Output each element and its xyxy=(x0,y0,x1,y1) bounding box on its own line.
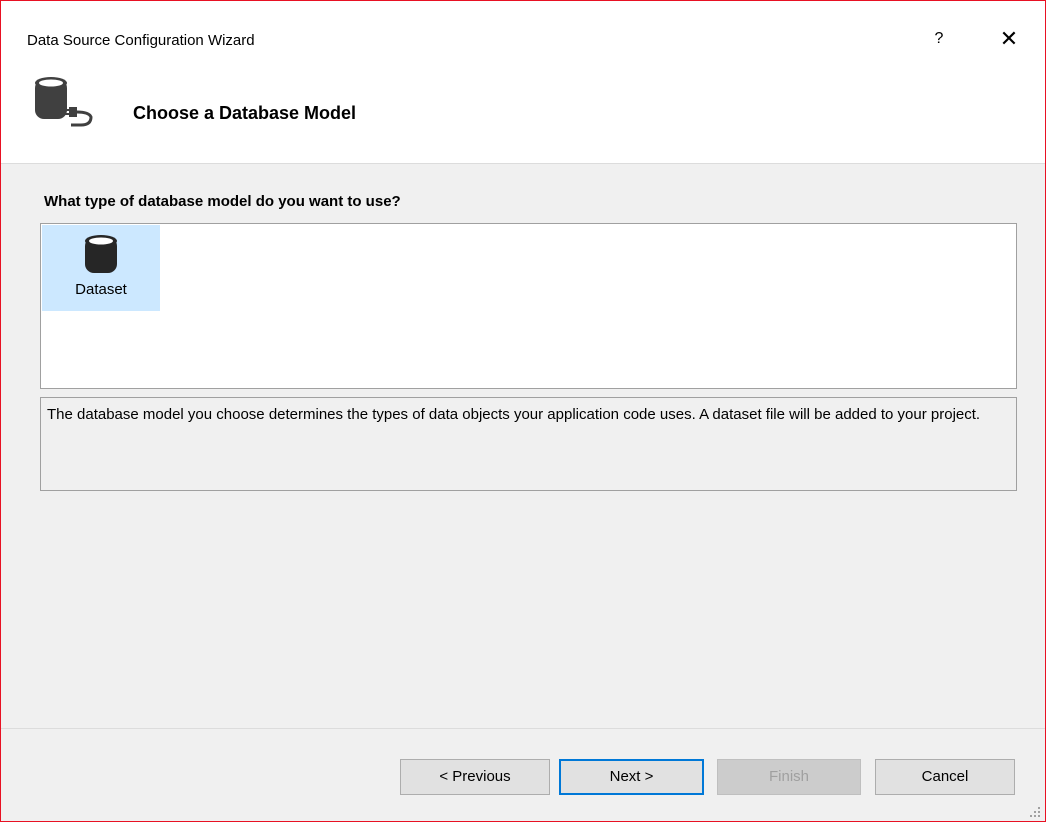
wizard-header: Choose a Database Model xyxy=(1,77,1045,164)
model-description: The database model you choose determines… xyxy=(40,397,1017,491)
footer-divider xyxy=(1,728,1045,729)
wizard-window: Data Source Configuration Wizard ? ✕ Cho… xyxy=(0,0,1046,822)
help-button[interactable]: ? xyxy=(925,25,953,53)
previous-button[interactable]: < Previous xyxy=(400,759,550,795)
cancel-button[interactable]: Cancel xyxy=(875,759,1015,795)
next-button[interactable]: Next > xyxy=(559,759,704,795)
database-model-list[interactable]: Dataset xyxy=(40,223,1017,389)
window-title: Data Source Configuration Wizard xyxy=(27,32,255,49)
resize-grip-icon[interactable] xyxy=(1029,805,1041,817)
database-plug-icon xyxy=(33,73,105,133)
model-item-dataset[interactable]: Dataset xyxy=(42,225,160,311)
model-item-label: Dataset xyxy=(75,281,127,298)
title-bar: Data Source Configuration Wizard ? ✕ xyxy=(1,1,1045,83)
database-icon xyxy=(85,235,117,273)
finish-button: Finish xyxy=(717,759,861,795)
page-title: Choose a Database Model xyxy=(133,103,357,123)
question-label: What type of database model do you want … xyxy=(44,193,401,210)
close-button[interactable]: ✕ xyxy=(995,25,1023,53)
